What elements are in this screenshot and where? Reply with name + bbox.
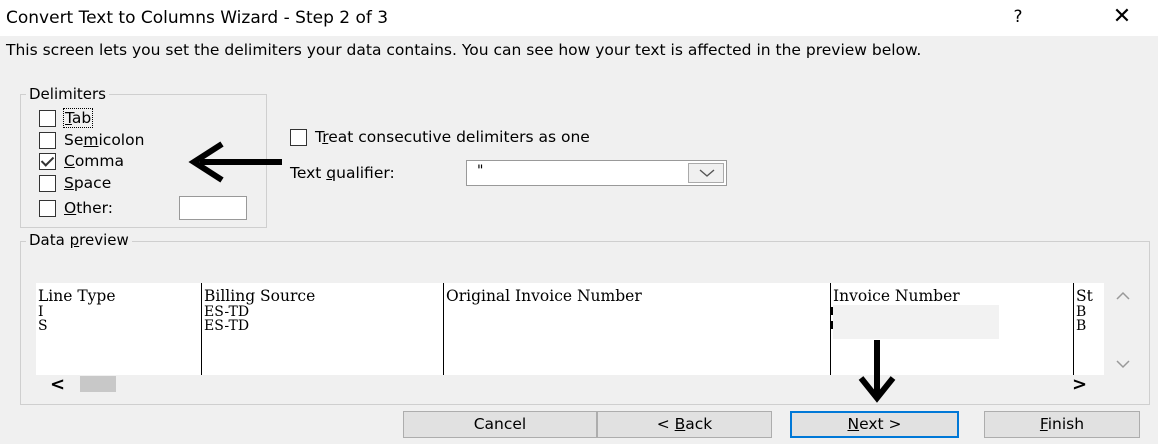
consecutive-checkbox[interactable] bbox=[290, 128, 307, 146]
help-button[interactable]: ? bbox=[1003, 7, 1033, 31]
space-label: Space bbox=[64, 174, 112, 192]
preview-cell: B bbox=[1076, 304, 1087, 320]
other-label: Other: bbox=[64, 199, 113, 217]
space-option[interactable]: Space bbox=[39, 173, 111, 193]
semicolon-label: Semicolon bbox=[64, 131, 145, 149]
tab-option[interactable]: Tab bbox=[39, 108, 94, 128]
dropdown-button[interactable] bbox=[688, 163, 724, 183]
comma-option[interactable]: Comma bbox=[39, 151, 124, 171]
preview-cell: B bbox=[1076, 318, 1087, 334]
scroll-down-icon[interactable] bbox=[1115, 359, 1131, 369]
comma-checkbox[interactable] bbox=[39, 152, 56, 170]
text-qualifier-select[interactable]: " bbox=[466, 160, 727, 186]
close-button[interactable]: ✕ bbox=[1105, 4, 1139, 32]
consecutive-option[interactable]: Treat consecutive delimiters as one bbox=[290, 128, 590, 146]
tab-checkbox[interactable] bbox=[39, 109, 56, 127]
preview-column-header: Original Invoice Number bbox=[446, 287, 642, 305]
data-preview-grid[interactable]: Line Type I S Billing Source ES-TD ES-TD… bbox=[36, 283, 1140, 375]
preview-column[interactable]: Original Invoice Number bbox=[444, 283, 831, 375]
cancel-button[interactable]: Cancel bbox=[403, 411, 597, 438]
next-button[interactable]: Next > bbox=[790, 411, 959, 438]
semicolon-option[interactable]: Semicolon bbox=[39, 130, 144, 150]
down-arrow-icon bbox=[858, 340, 896, 403]
space-checkbox[interactable] bbox=[39, 174, 56, 192]
scroll-left-icon[interactable]: < bbox=[50, 375, 65, 395]
other-option[interactable]: Other: bbox=[39, 198, 113, 218]
other-delimiter-input[interactable] bbox=[179, 196, 247, 220]
data-preview-legend: Data preview bbox=[26, 231, 132, 249]
scroll-up-icon[interactable] bbox=[1115, 291, 1131, 301]
consecutive-label: Treat consecutive delimiters as one bbox=[315, 128, 590, 146]
preview-cell: S bbox=[38, 318, 48, 334]
preview-cell-highlight bbox=[833, 305, 999, 339]
chevron-down-icon bbox=[699, 169, 715, 177]
preview-cell: ES-TD bbox=[204, 318, 250, 334]
delimiters-legend: Delimiters bbox=[26, 85, 109, 103]
comma-label: Comma bbox=[64, 152, 125, 170]
preview-column-header: Line Type bbox=[38, 287, 116, 305]
preview-column[interactable]: Billing Source ES-TD ES-TD bbox=[202, 283, 444, 375]
text-qualifier-label: Text qualifier: bbox=[290, 164, 395, 182]
preview-column-header: Billing Source bbox=[204, 287, 316, 305]
preview-column-header: Invoice Number bbox=[833, 287, 960, 305]
title-bar: Convert Text to Columns Wizard - Step 2 … bbox=[0, 0, 1158, 36]
description-text: This screen lets you set the delimiters … bbox=[6, 41, 922, 59]
preview-cell: I bbox=[38, 304, 44, 320]
preview-column[interactable]: Line Type I S bbox=[36, 283, 202, 375]
text-qualifier-value: " bbox=[477, 163, 484, 179]
semicolon-checkbox[interactable] bbox=[39, 131, 56, 149]
back-button[interactable]: < Back bbox=[597, 411, 772, 438]
scroll-right-icon[interactable]: > bbox=[1072, 375, 1087, 395]
tab-label: Tab bbox=[62, 108, 94, 128]
finish-button[interactable]: Finish bbox=[984, 411, 1140, 438]
preview-column-header: St bbox=[1076, 287, 1093, 305]
scrollbar-thumb[interactable] bbox=[80, 376, 116, 392]
vertical-scrollbar[interactable] bbox=[1104, 283, 1140, 375]
preview-cell: ES-TD bbox=[204, 304, 250, 320]
window-title: Convert Text to Columns Wizard - Step 2 … bbox=[6, 8, 389, 28]
other-checkbox[interactable] bbox=[39, 199, 56, 217]
horizontal-scrollbar[interactable]: < > bbox=[36, 375, 1104, 395]
left-arrow-icon bbox=[188, 141, 282, 183]
